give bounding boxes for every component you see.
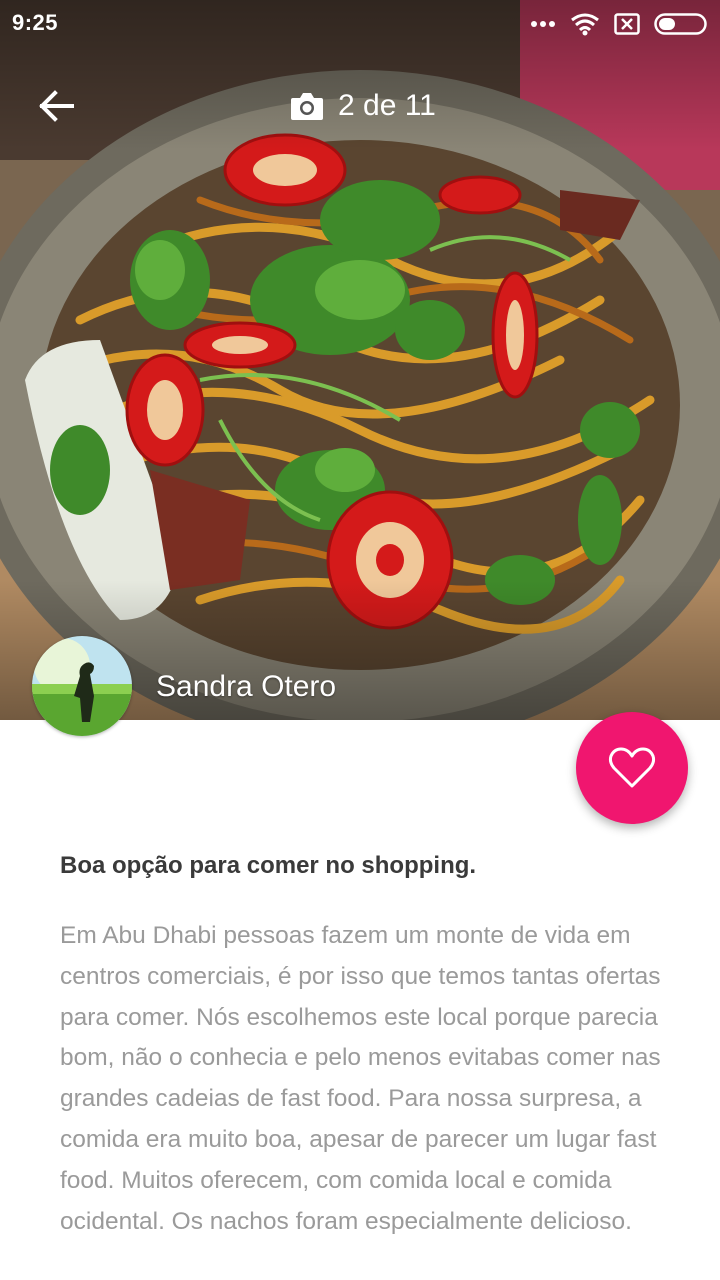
status-bar: 9:25 (0, 0, 720, 50)
back-button[interactable] (30, 80, 82, 132)
review-title: Boa opção para comer no shopping. (60, 852, 477, 879)
arrow-left-icon (39, 90, 74, 122)
camera-icon (291, 93, 323, 120)
review: Boa opção para comer no shopping. Em Abu… (60, 848, 670, 1242)
author-name[interactable]: Sandra Otero (156, 670, 336, 704)
author[interactable]: Sandra Otero (32, 636, 336, 736)
wifi-icon (570, 12, 600, 36)
more-dots-icon (530, 20, 556, 28)
status-icons (530, 12, 708, 36)
status-time: 9:25 (12, 10, 59, 35)
photo-counter-text: 2 de 11 (338, 89, 436, 122)
review-photo-screen: 9:25 2 de 11 Sandra Otero Boa opção para… (0, 0, 720, 1280)
favorite-button[interactable] (576, 712, 688, 824)
review-body: Em Abu Dhabi pessoas fazem um monte de v… (60, 922, 661, 1235)
avatar-image (32, 636, 132, 736)
battery-icon (654, 13, 708, 35)
photo-counter: 2 de 11 (290, 84, 436, 128)
avatar[interactable] (32, 636, 132, 736)
no-sim-icon (614, 13, 640, 35)
heart-outline-icon (608, 747, 656, 788)
